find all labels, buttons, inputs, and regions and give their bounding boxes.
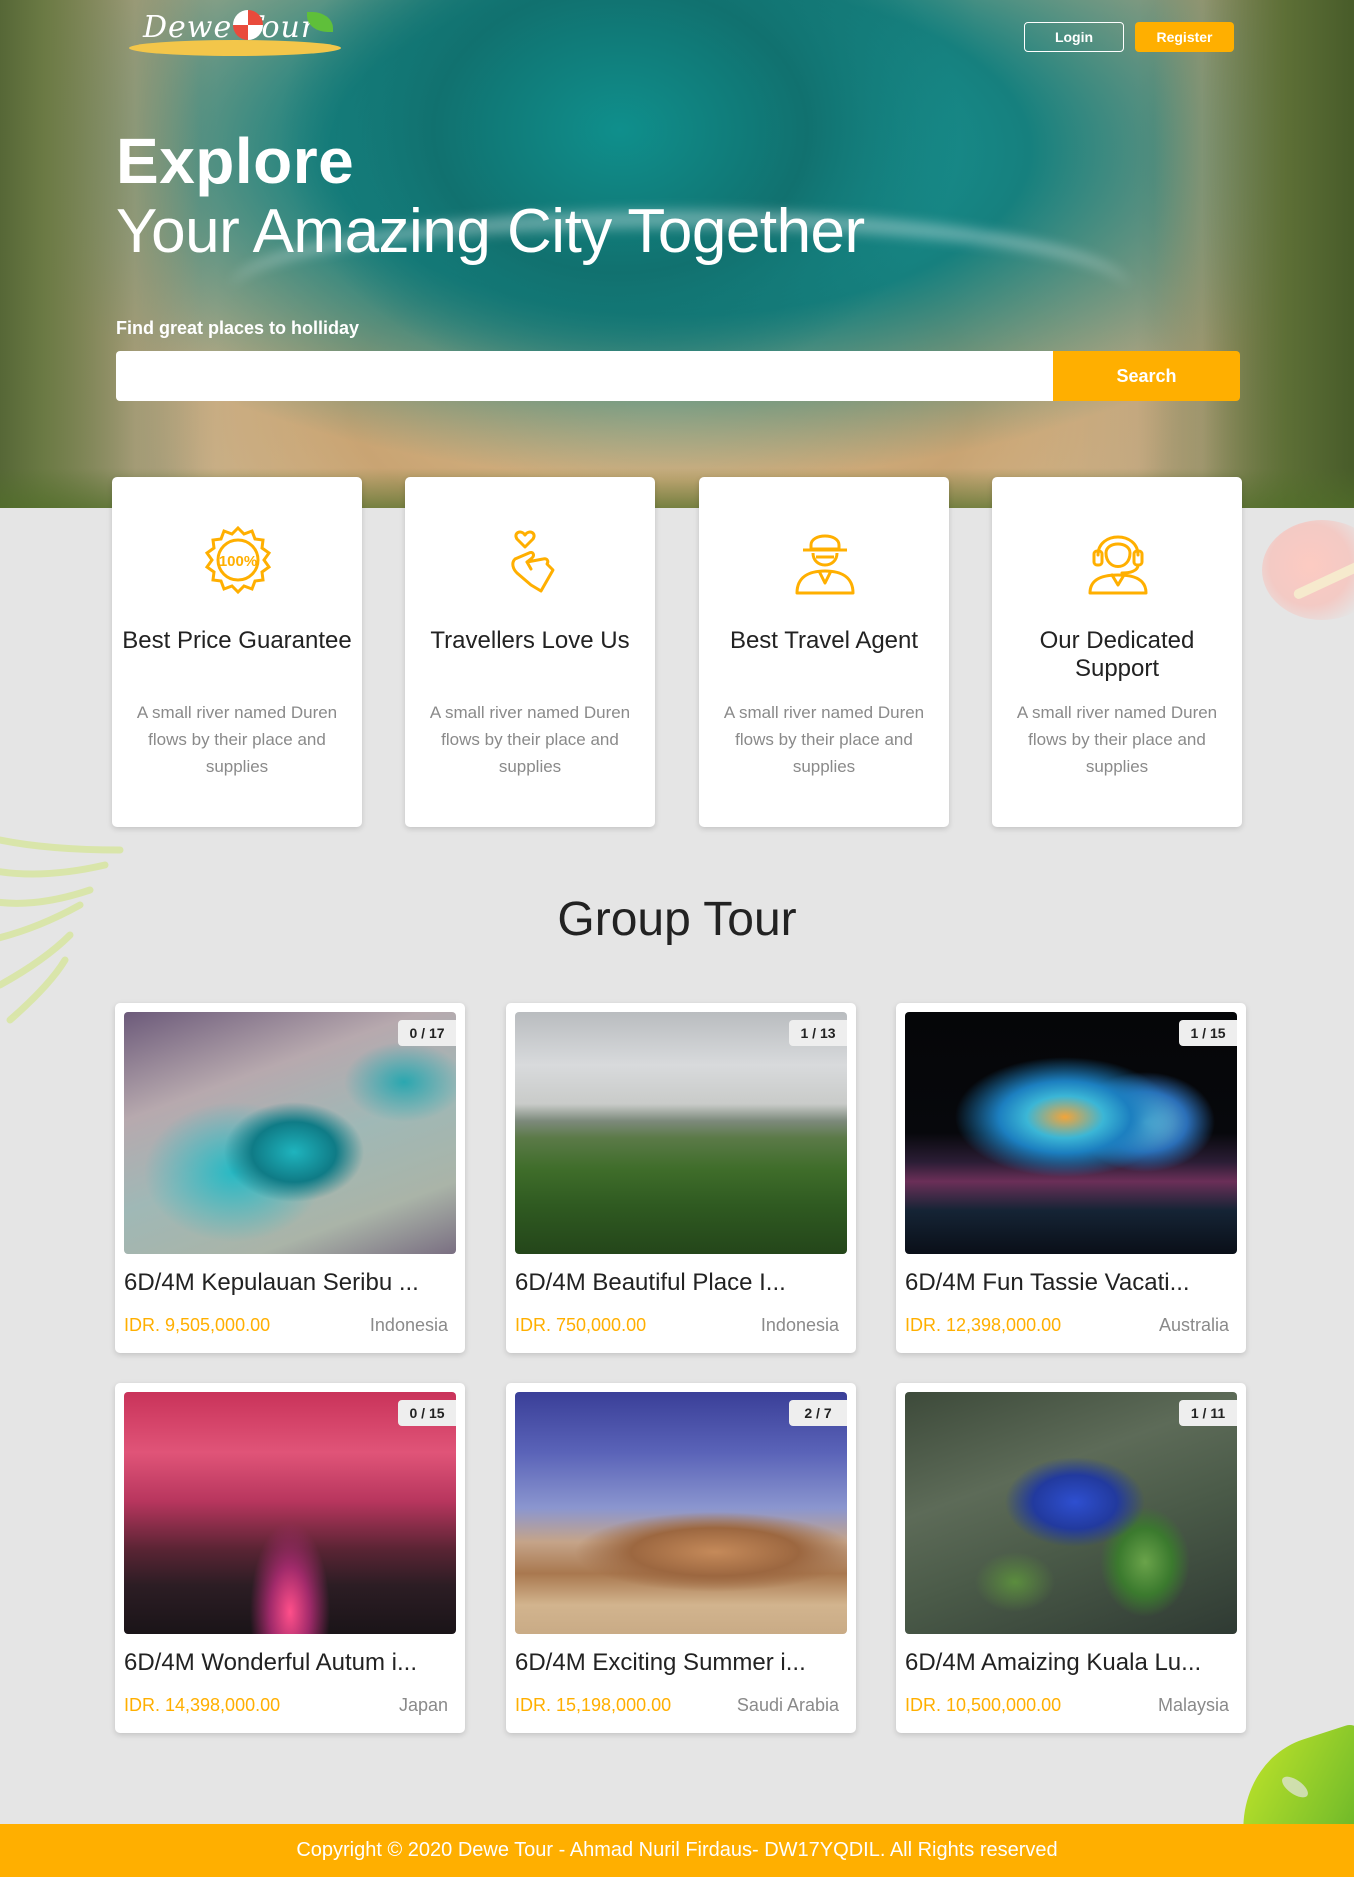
tour-country: Malaysia: [1157, 1695, 1229, 1715]
tour-card[interactable]: 1 / 13 6D/4M Beautiful Place I... IDR. 7…: [506, 1003, 856, 1353]
tour-title: 6D/4M Kepulauan Seribu ...: [124, 1269, 419, 1296]
tour-quota-badge: 0 / 15: [398, 1400, 456, 1426]
tour-country: Indonesia: [760, 1315, 839, 1335]
tour-image: 0 / 15: [124, 1392, 456, 1634]
tour-price: IDR. 10,500,000.00: [905, 1695, 1062, 1715]
svg-text:100%: 100%: [219, 553, 257, 570]
tour-country: Indonesia: [369, 1315, 448, 1335]
tour-image: 1 / 15: [905, 1012, 1237, 1254]
tour-price: IDR. 12,398,000.00: [905, 1315, 1062, 1335]
tour-price: IDR. 750,000.00: [515, 1315, 647, 1335]
hero-cliff-right: [1154, 0, 1354, 508]
tour-price: IDR. 9,505,000.00: [124, 1315, 271, 1335]
footer-copyright: Copyright © 2020 Dewe Tour - Ahmad Nuril…: [0, 1824, 1354, 1877]
tour-image: 2 / 7: [515, 1392, 847, 1634]
hero-subtitle: Your Amazing City Together: [116, 197, 865, 266]
tour-quota-badge: 2 / 7: [789, 1400, 847, 1426]
feature-title: Travellers Love Us: [430, 627, 630, 654]
search-label: Find great places to holliday: [116, 318, 360, 338]
tour-quota-badge: 1 / 13: [789, 1020, 847, 1046]
logo[interactable]: Dewe Tour: [125, 4, 345, 60]
tour-price: IDR. 15,198,000.00: [515, 1695, 672, 1715]
badge-100-percent-icon: 100%: [204, 525, 272, 595]
tour-title: 6D/4M Fun Tassie Vacati...: [905, 1269, 1190, 1296]
support-headset-icon: [1088, 535, 1148, 595]
feature-card-travel-agent: Best Travel Agent A small river named Du…: [699, 477, 949, 827]
login-button[interactable]: Login: [1024, 22, 1124, 52]
tour-image: 0 / 17: [124, 1012, 456, 1254]
feature-title: Best Price Guarantee: [122, 627, 352, 654]
tour-title: 6D/4M Beautiful Place I...: [515, 1269, 786, 1296]
feature-desc: A small river named Duren flows by their…: [1016, 703, 1218, 776]
tour-quota-badge: 0 / 17: [398, 1020, 456, 1046]
search-button[interactable]: Search: [1053, 351, 1240, 401]
finger-heart-icon: [511, 530, 555, 593]
register-button[interactable]: Register: [1135, 22, 1234, 52]
feature-card-best-price: 100% Best Price Guarantee A small river …: [112, 477, 362, 827]
tour-country: Saudi Arabia: [736, 1695, 839, 1715]
tour-title: 6D/4M Exciting Summer i...: [515, 1649, 806, 1676]
tour-title: 6D/4M Wonderful Autum i...: [124, 1649, 418, 1676]
feature-desc: A small river named Duren flows by their…: [429, 703, 631, 776]
feature-card-travellers-love: Travellers Love Us A small river named D…: [405, 477, 655, 827]
tour-price: IDR. 14,398,000.00: [124, 1695, 281, 1715]
tour-card[interactable]: 1 / 11 6D/4M Amaizing Kuala Lu... IDR. 1…: [896, 1383, 1246, 1733]
feature-card-dedicated-support: Our Dedicated Support A small river name…: [992, 477, 1242, 827]
search-input[interactable]: [116, 351, 1053, 401]
tour-image: 1 / 11: [905, 1392, 1237, 1634]
tour-quota-badge: 1 / 11: [1179, 1400, 1237, 1426]
tour-card[interactable]: 0 / 17 6D/4M Kepulauan Seribu ... IDR. 9…: [115, 1003, 465, 1353]
tour-country: Japan: [398, 1695, 448, 1715]
beach-ball-icon: [233, 10, 263, 40]
tour-country: Australia: [1158, 1315, 1229, 1335]
feature-desc: A small river named Duren flows by their…: [723, 703, 925, 776]
tour-card[interactable]: 1 / 15 6D/4M Fun Tassie Vacati... IDR. 1…: [896, 1003, 1246, 1353]
feature-desc: A small river named Duren flows by their…: [136, 703, 338, 776]
feature-title: Best Travel Agent: [729, 627, 919, 654]
tour-card[interactable]: 2 / 7 6D/4M Exciting Summer i... IDR. 15…: [506, 1383, 856, 1733]
feature-title: Our Dedicated Support: [1039, 627, 1195, 682]
tour-card[interactable]: 0 / 15 6D/4M Wonderful Autum i... IDR. 1…: [115, 1383, 465, 1733]
hero-title: Explore: [116, 125, 355, 197]
group-tour-title: Group Tour: [557, 893, 797, 946]
tour-title: 6D/4M Amaizing Kuala Lu...: [905, 1649, 1202, 1676]
tour-quota-badge: 1 / 15: [1179, 1020, 1237, 1046]
logo-text: Dewe Tour: [143, 10, 317, 45]
agent-icon: [795, 534, 855, 595]
tour-image: 1 / 13: [515, 1012, 847, 1254]
